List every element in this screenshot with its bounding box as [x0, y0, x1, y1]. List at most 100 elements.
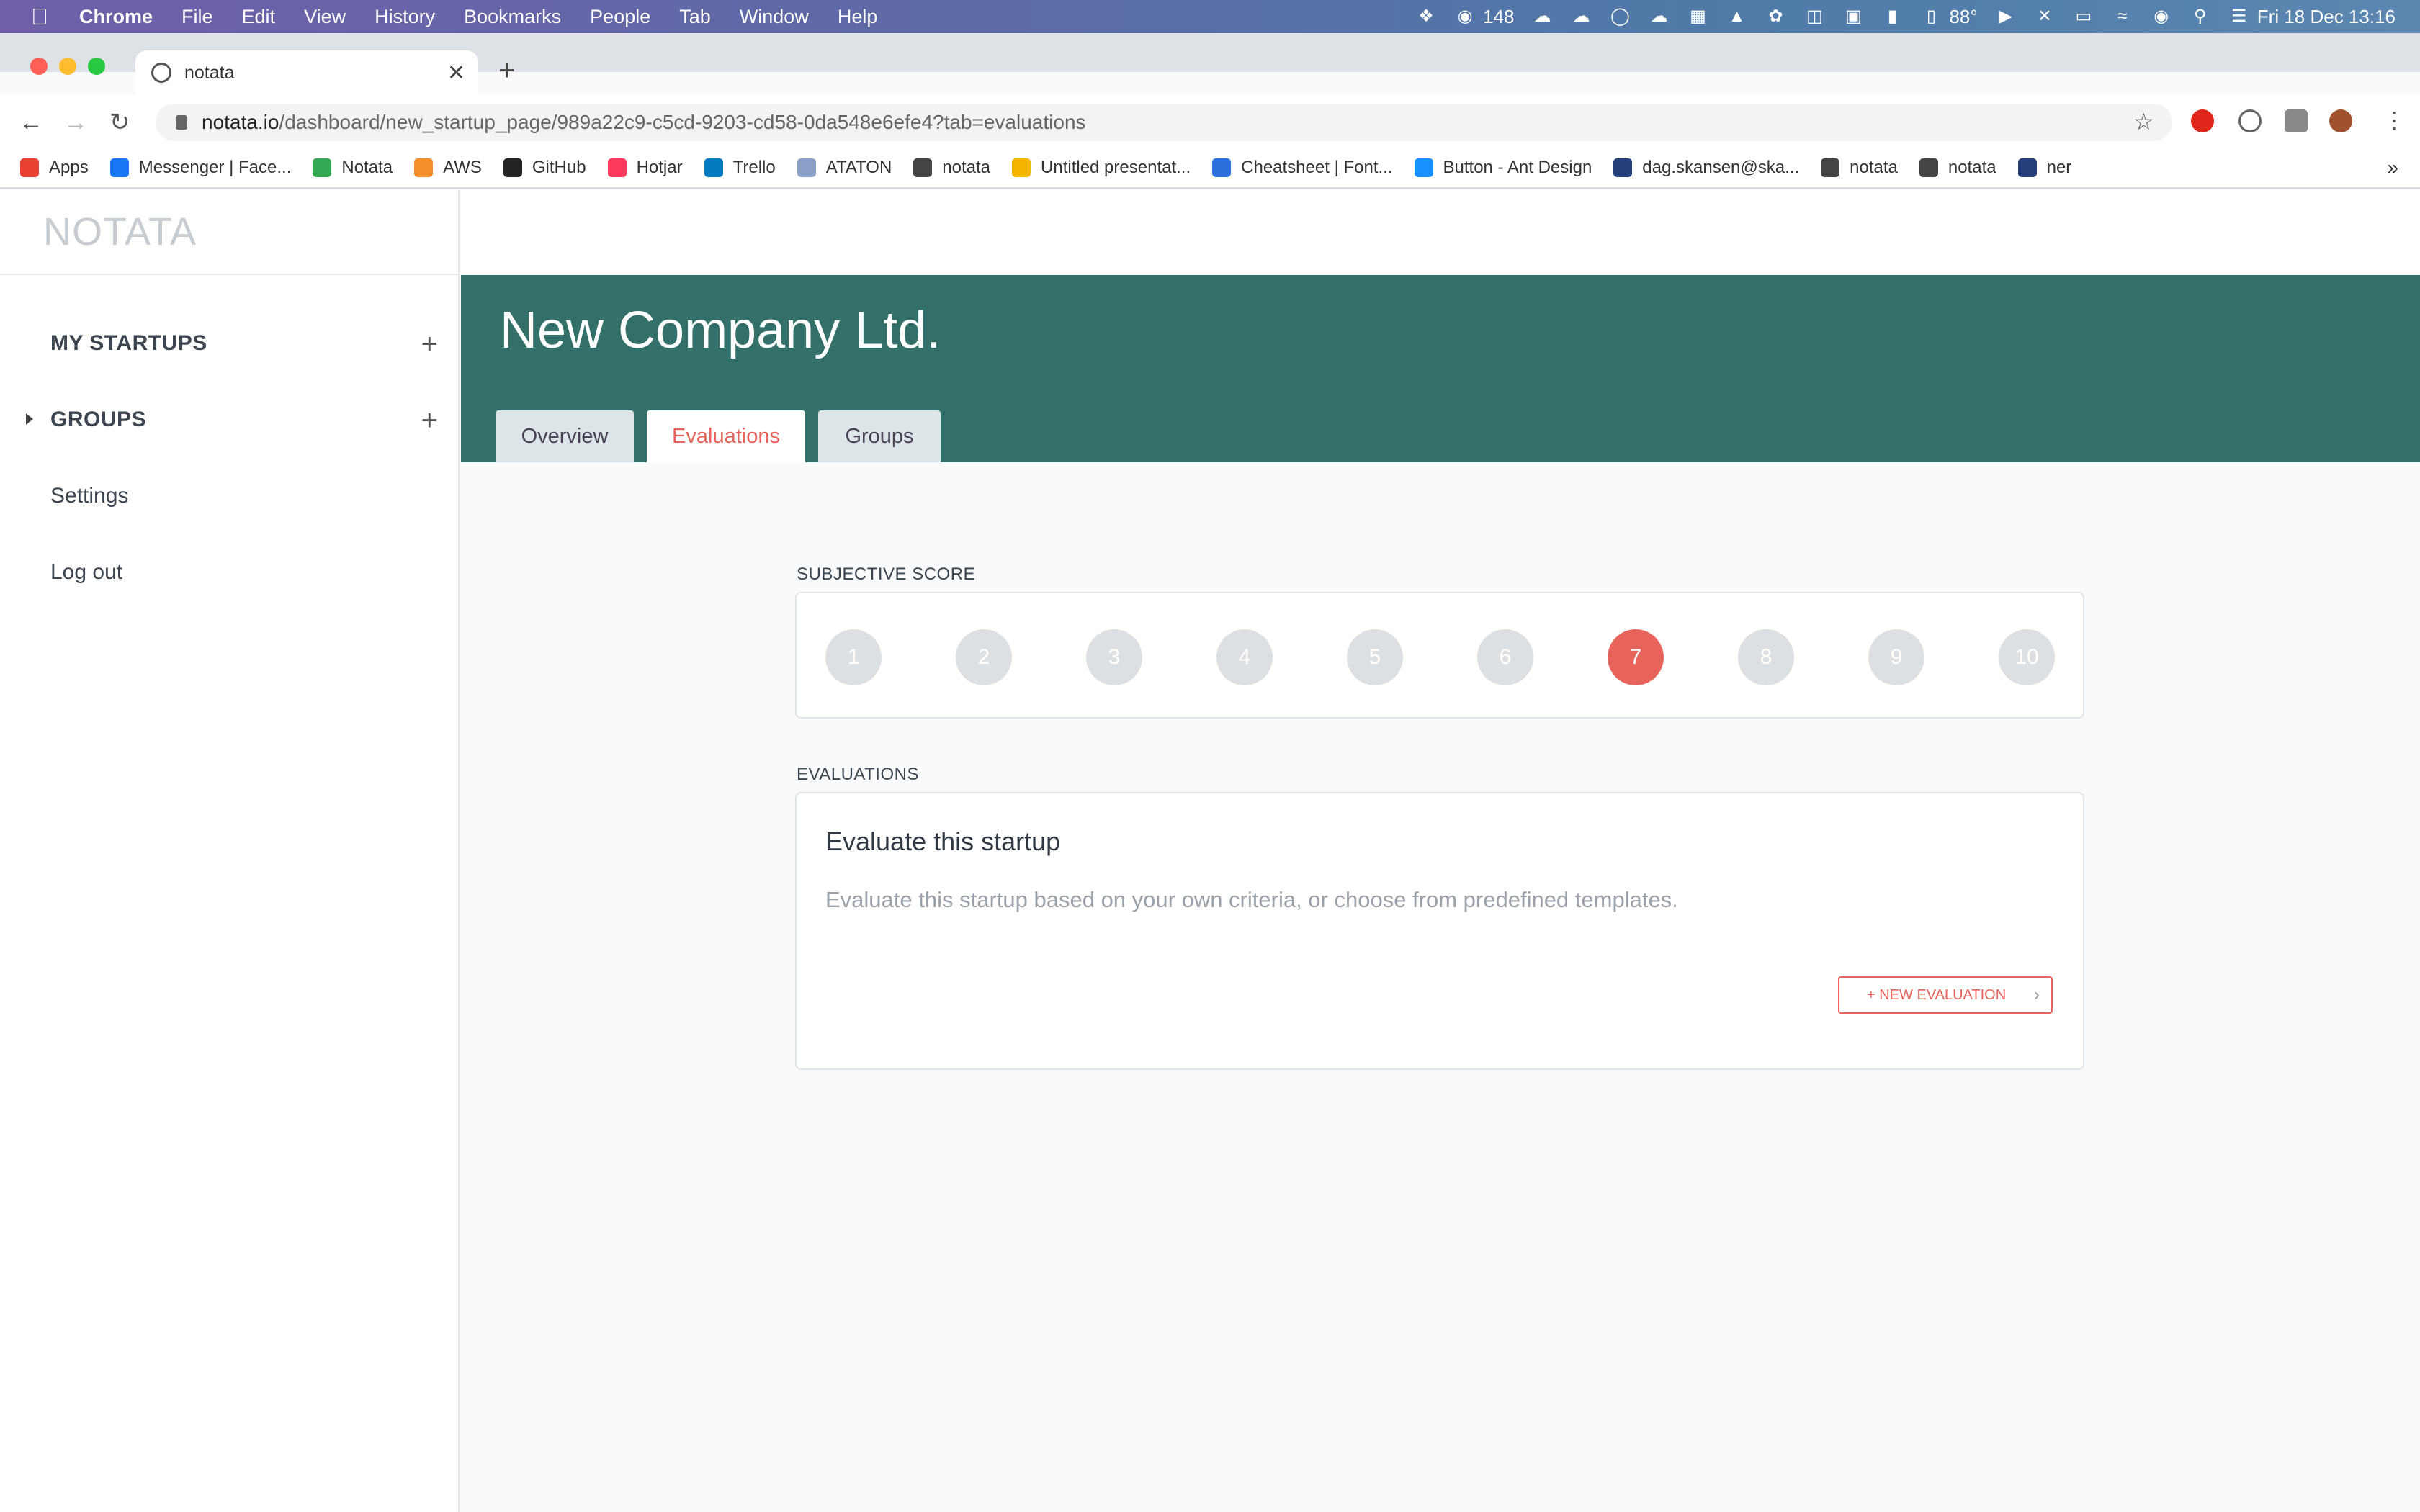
chrome-menu-icon[interactable]: ⋮ [2383, 107, 2406, 134]
address-bar[interactable]: notata.io/dashboard/new_startup_page/989… [156, 104, 2172, 141]
bookmark-item[interactable]: notata [913, 158, 990, 178]
score-option-1[interactable]: 1 [825, 629, 882, 685]
cloud-upload-icon-3[interactable]: ☁ [1648, 7, 1670, 26]
sidebar-item-settings[interactable]: Settings [50, 484, 128, 508]
window-zoom-button[interactable] [88, 58, 105, 75]
add-group-plus-icon[interactable]: + [421, 406, 438, 435]
sidebar-item-logout[interactable]: Log out [50, 560, 122, 585]
score-option-7[interactable]: 7 [1608, 629, 1664, 685]
layout-icon[interactable]: ◫ [1803, 7, 1825, 26]
new-evaluation-button[interactable]: + NEW EVALUATION › [1838, 976, 2053, 1014]
forward-arrow-icon[interactable]: → [63, 108, 88, 137]
back-arrow-icon[interactable]: ← [19, 108, 43, 137]
cloud-upload-icon-2[interactable]: ☁ [1570, 7, 1592, 26]
add-startup-plus-icon[interactable]: + [421, 330, 438, 359]
bookmark-label: dag.skansen@ska... [1642, 158, 1800, 177]
accessibility-extension-icon[interactable] [2238, 109, 2262, 132]
bookmark-item[interactable]: Messenger | Face... [109, 158, 291, 178]
battery-icon[interactable]: ▭ [2073, 7, 2094, 26]
shield-badge-icon[interactable]: ◉ [1454, 7, 1476, 26]
menu-view[interactable]: View [304, 6, 346, 28]
password-manager-icon[interactable]: ◯ [1609, 7, 1631, 26]
control-center-icon[interactable]: ☰ [2228, 7, 2250, 26]
score-option-3[interactable]: 3 [1086, 629, 1142, 685]
bookmark-item[interactable]: Notata [313, 158, 393, 178]
bookmark-item[interactable]: Apps [20, 158, 89, 178]
profile-avatar[interactable] [2329, 109, 2352, 132]
bookmark-label: Hotjar [636, 158, 683, 177]
score-option-9[interactable]: 9 [1868, 629, 1924, 685]
menu-people[interactable]: People [590, 6, 650, 28]
menu-app-name[interactable]: Chrome [79, 6, 153, 28]
menu-file[interactable]: File [182, 6, 213, 28]
notata-app: NOTATA MY STARTUPS + GROUPS + Settings L… [0, 190, 2420, 1512]
bookmark-item[interactable]: notata [1919, 158, 1996, 178]
bookmark-item[interactable]: Hotjar [607, 158, 683, 178]
bookmark-star-icon[interactable]: ☆ [2133, 108, 2154, 135]
new-tab-button[interactable]: + [498, 55, 515, 86]
menu-bar-clock[interactable]: Fri 18 Dec 13:16 [2257, 6, 2396, 28]
bookmark-favicon-icon [607, 158, 627, 177]
menu-bar-tray: ❖ ◉ 148 ☁ ☁ ◯ ☁ ▦ ▲ ✿ ◫ ▣ ▮ ▯ 88° ▶ ✕ ▭ … [1398, 0, 2396, 33]
brain-icon[interactable]: ✿ [1765, 7, 1786, 26]
window-close-button[interactable] [30, 58, 48, 75]
score-option-6[interactable]: 6 [1477, 629, 1533, 685]
bookmark-item[interactable]: Cheatsheet | Font... [1212, 158, 1393, 178]
tab-close-icon[interactable]: ✕ [447, 60, 465, 86]
cpu-graph-icon[interactable]: ▮ [1881, 7, 1903, 26]
score-option-2[interactable]: 2 [956, 629, 1012, 685]
bluetooth-icon[interactable]: ✕ [2034, 7, 2056, 26]
evaluations-label: EVALUATIONS [797, 765, 919, 784]
bookmark-item[interactable]: notata [1821, 158, 1898, 178]
bookmark-item[interactable]: Trello [704, 158, 776, 178]
score-option-10[interactable]: 10 [1999, 629, 2055, 685]
bookmark-label: ner [2046, 158, 2072, 177]
memory-icon[interactable]: ▯ [1920, 7, 1942, 26]
url-path: /dashboard/new_startup_page/989a22c9-c5c… [279, 111, 1086, 133]
bookmark-item[interactable]: Untitled presentat... [1012, 158, 1191, 178]
bookmark-favicon-icon [704, 158, 723, 177]
bookmark-item[interactable]: ner [2017, 158, 2072, 178]
bookmark-item[interactable]: AWS [414, 158, 482, 178]
menu-history[interactable]: History [375, 6, 435, 28]
app-top-bar [461, 190, 2420, 275]
cloud-upload-icon[interactable]: ☁ [1531, 7, 1553, 26]
bookmark-item[interactable]: ATATON [797, 158, 892, 178]
tab-groups[interactable]: Groups [818, 410, 941, 462]
hat-icon[interactable]: ▲ [1726, 7, 1747, 26]
sidebar-item-my-startups[interactable]: MY STARTUPS [50, 331, 207, 356]
bookmark-item[interactable]: dag.skansen@ska... [1613, 158, 1799, 178]
reload-icon[interactable]: ↻ [109, 108, 130, 137]
extensions-puzzle-icon[interactable] [2285, 109, 2308, 132]
menu-help[interactable]: Help [838, 6, 878, 28]
adblock-extension-icon[interactable] [2191, 109, 2214, 132]
score-option-5[interactable]: 5 [1347, 629, 1403, 685]
company-header: New Company Ltd. Overview Evaluations Gr… [461, 275, 2420, 462]
tab-overview[interactable]: Overview [496, 410, 634, 462]
menu-bookmarks[interactable]: Bookmarks [464, 6, 561, 28]
groups-expand-caret-icon[interactable] [26, 413, 33, 425]
browser-tab[interactable]: notata ✕ [135, 50, 478, 95]
play-icon[interactable]: ▶ [1995, 7, 2017, 26]
cpu-meter-icon[interactable]: ▦ [1687, 7, 1708, 26]
menu-tab[interactable]: Tab [679, 6, 711, 28]
spotlight-search-icon[interactable]: ⚲ [2190, 7, 2211, 26]
user-circle-icon[interactable]: ◉ [2151, 7, 2172, 26]
bookmark-item[interactable]: Button - Ant Design [1414, 158, 1592, 178]
score-option-8[interactable]: 8 [1738, 629, 1794, 685]
menu-window[interactable]: Window [740, 6, 809, 28]
wifi-icon[interactable]: ≈ [2112, 7, 2133, 26]
sidebar-item-groups[interactable]: GROUPS [50, 408, 146, 432]
evaluation-card-title: Evaluate this startup [825, 827, 1061, 856]
score-option-4[interactable]: 4 [1216, 629, 1273, 685]
window-minimize-button[interactable] [59, 58, 76, 75]
url-text[interactable]: notata.io/dashboard/new_startup_page/989… [202, 111, 1086, 134]
apple-icon[interactable]:  [0, 4, 79, 30]
bookmark-square-icon[interactable]: ▣ [1842, 7, 1864, 26]
bookmark-item[interactable]: GitHub [503, 158, 586, 178]
notata-logo[interactable]: NOTATA [43, 210, 197, 254]
tab-evaluations[interactable]: Evaluations [647, 410, 805, 462]
dropbox-icon[interactable]: ❖ [1415, 7, 1437, 26]
menu-edit[interactable]: Edit [242, 6, 276, 28]
bookmarks-overflow-icon[interactable]: » [2387, 156, 2398, 179]
